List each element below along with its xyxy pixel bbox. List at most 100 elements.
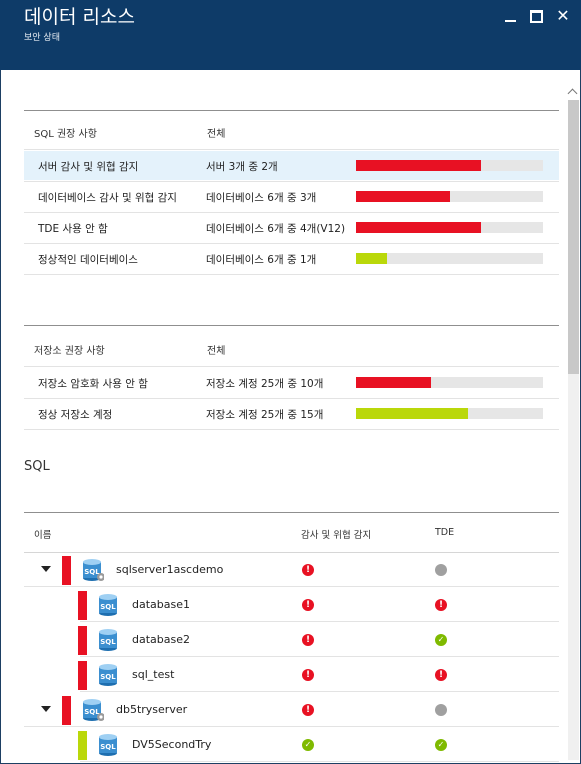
progress-bar: [356, 377, 543, 388]
not-applicable-icon: [435, 704, 447, 716]
status-strip: [62, 696, 71, 725]
server-name[interactable]: db5tryserver: [116, 703, 187, 716]
title-bar: 데이터 리소스 보안 상태 ✕: [0, 0, 581, 70]
progress-bar-fill: [356, 377, 431, 388]
divider: [80, 656, 559, 657]
database-row[interactable]: SQL database2! ✓: [24, 623, 559, 657]
column-header-name[interactable]: 이름: [34, 527, 51, 541]
divider: [24, 149, 559, 150]
window-title: 데이터 리소스: [24, 6, 135, 28]
checkmark-icon: ✓: [435, 739, 447, 751]
divider: [24, 512, 559, 513]
database-row[interactable]: SQL database1!!: [24, 588, 559, 622]
error-icon: !: [302, 564, 314, 576]
status-strip: [62, 556, 71, 585]
status-strip: [78, 731, 87, 760]
sql-server-icon: SQL: [82, 557, 105, 583]
database-name[interactable]: database1: [132, 598, 190, 611]
divider: [24, 274, 559, 275]
progress-bar-fill: [356, 191, 450, 202]
recommendation-total: 서버 3개 중 2개: [206, 161, 278, 173]
divider: [24, 366, 559, 367]
not-applicable-icon: [435, 564, 447, 576]
expand-caret-icon[interactable]: [41, 566, 51, 572]
window-subtitle: 보안 상태: [24, 33, 60, 43]
scrollbar-thumb[interactable]: [568, 100, 579, 374]
svg-text:SQL: SQL: [100, 603, 116, 611]
sql-server-icon: SQL: [82, 697, 105, 723]
sql-database-icon: SQL: [98, 732, 120, 758]
svg-text:SQL: SQL: [100, 638, 116, 646]
storage-recommendations-header: 저장소 권장 사항: [34, 346, 105, 357]
progress-bar-fill: [356, 222, 481, 233]
recommendation-total: 저장소 계정 25개 중 10개: [206, 378, 324, 390]
database-name[interactable]: sql_test: [132, 668, 174, 681]
database-name[interactable]: database2: [132, 633, 190, 646]
recommendation-total: 데이터베이스 6개 중 3개: [206, 192, 317, 204]
progress-bar: [356, 253, 543, 264]
progress-bar: [356, 160, 543, 171]
checkmark-icon: ✓: [302, 739, 314, 751]
expand-caret-icon[interactable]: [41, 706, 51, 712]
divider: [24, 110, 559, 111]
divider: [24, 325, 559, 326]
recommendation-label: 데이터베이스 감사 및 위협 감지: [38, 192, 177, 204]
error-icon: !: [435, 669, 447, 681]
divider: [80, 691, 559, 692]
column-header-tde[interactable]: TDE: [435, 527, 454, 538]
status-strip: [78, 591, 87, 620]
sql-database-icon: SQL: [98, 662, 120, 688]
recommendation-row[interactable]: 저장소 암호화 사용 안 함 저장소 계정 25개 중 10개: [24, 368, 559, 397]
recommendation-row[interactable]: TDE 사용 안 함 데이터베이스 6개 중 4개(V12): [24, 213, 559, 242]
status-strip: [78, 661, 87, 690]
divider: [24, 586, 559, 587]
storage-total-header: 전체: [207, 346, 226, 357]
database-name[interactable]: DV5SecondTry: [132, 738, 211, 751]
server-name[interactable]: sqlserver1ascdemo: [116, 563, 223, 576]
progress-bar-fill: [356, 253, 388, 264]
column-header-audit[interactable]: 감사 및 위협 감지: [301, 527, 371, 541]
recommendation-total: 저장소 계정 25개 중 15개: [206, 409, 324, 421]
progress-bar: [356, 408, 543, 419]
recommendation-label: TDE 사용 안 함: [38, 223, 108, 235]
error-icon: !: [302, 704, 314, 716]
server-row[interactable]: SQL sqlserver1ascdemo!: [24, 553, 559, 587]
sql-database-icon: SQL: [98, 627, 120, 653]
divider: [80, 621, 559, 622]
sql-total-header: 전체: [207, 129, 226, 140]
error-icon: !: [302, 599, 314, 611]
error-icon: !: [435, 599, 447, 611]
status-strip: [78, 626, 87, 655]
maximize-icon[interactable]: [530, 9, 544, 23]
sql-recommendations-header: SQL 권장 사항: [34, 129, 97, 140]
svg-text:SQL: SQL: [100, 673, 116, 681]
close-icon[interactable]: ✕: [556, 8, 570, 24]
minimize-icon[interactable]: [504, 9, 518, 23]
recommendation-row[interactable]: 서버 감사 및 위협 감지 서버 3개 중 2개: [24, 151, 559, 180]
sql-database-icon: SQL: [98, 592, 120, 618]
recommendation-row[interactable]: 데이터베이스 감사 및 위협 감지 데이터베이스 6개 중 3개: [24, 182, 559, 211]
recommendation-label: 정상 저장소 계정: [38, 409, 113, 421]
divider: [24, 429, 559, 430]
progress-bar-fill: [356, 160, 481, 171]
checkmark-icon: ✓: [435, 634, 447, 646]
recommendation-total: 데이터베이스 6개 중 1개: [206, 254, 317, 266]
recommendation-label: 저장소 암호화 사용 안 함: [38, 378, 148, 390]
divider: [80, 761, 559, 762]
scroll-up-arrow-icon[interactable]: [568, 87, 578, 97]
progress-bar: [356, 222, 543, 233]
progress-bar: [356, 191, 543, 202]
progress-bar-fill: [356, 408, 469, 419]
recommendation-total: 데이터베이스 6개 중 4개(V12): [206, 223, 346, 235]
svg-text:SQL: SQL: [100, 743, 116, 751]
server-row[interactable]: SQL db5tryserver!: [24, 693, 559, 727]
error-icon: !: [302, 634, 314, 646]
database-row[interactable]: SQL sql_test!!: [24, 658, 559, 692]
recommendation-row[interactable]: 정상적인 데이터베이스 데이터베이스 6개 중 1개: [24, 244, 559, 273]
error-icon: !: [302, 669, 314, 681]
database-row[interactable]: SQL DV5SecondTry ✓ ✓: [24, 728, 559, 762]
sql-section-title: SQL: [24, 459, 50, 474]
recommendation-row[interactable]: 정상 저장소 계정 저장소 계정 25개 중 15개: [24, 399, 559, 428]
divider: [24, 726, 559, 727]
recommendation-label: 정상적인 데이터베이스: [38, 254, 138, 266]
